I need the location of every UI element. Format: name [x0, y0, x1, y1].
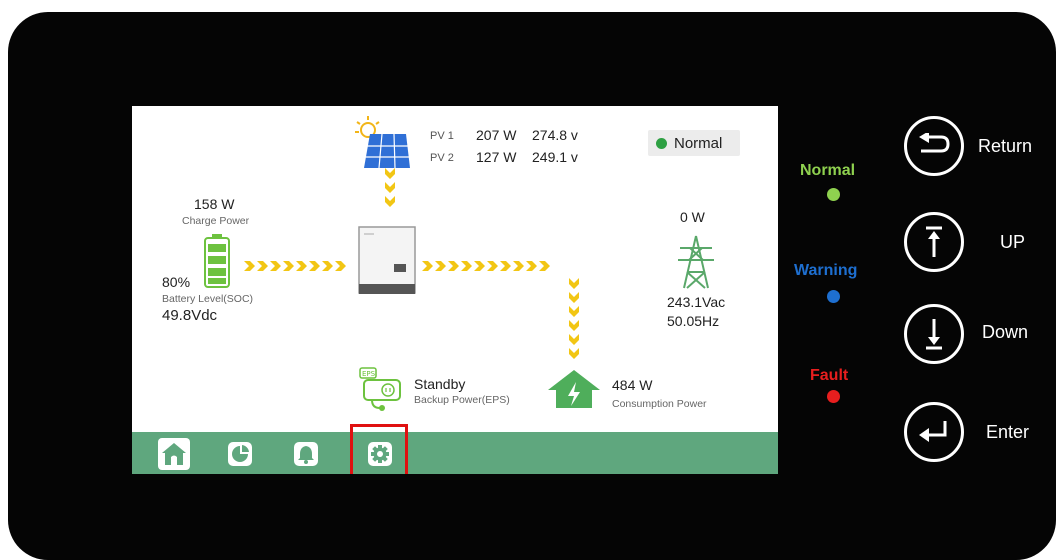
flow-chevron-inverter: [435, 261, 446, 271]
led-normal-indicator: [827, 188, 840, 201]
flow-chevron-battery: [322, 261, 333, 271]
flow-chevron-load: [569, 348, 579, 359]
lcd-screen: PV 1 207 W 274.8 v PV 2 127 W 249.1 v No…: [132, 106, 778, 474]
flow-chevron-battery: [257, 261, 268, 271]
flow-chevron-load: [569, 278, 579, 289]
grid-power: 0 W: [680, 209, 705, 225]
svg-text:EPS: EPS: [362, 370, 376, 378]
up-label: UP: [1000, 232, 1026, 252]
flow-chevron-battery: [283, 261, 294, 271]
nav-statistics-button[interactable]: [224, 438, 256, 470]
eps-outlet-icon: EPS: [359, 367, 401, 411]
eps-state: Standby: [414, 376, 466, 392]
flow-chevron-battery: [335, 261, 346, 271]
grid-frequency: 50.05Hz: [667, 313, 720, 329]
led-fault-indicator: [827, 390, 840, 403]
down-label: Down: [982, 322, 1029, 342]
charge-power-label: Charge Power: [182, 215, 250, 227]
flow-chevron-inverter: [422, 261, 433, 271]
battery-soc-label: Battery Level(SOC): [162, 293, 254, 305]
flow-chevron-pv: [385, 196, 395, 207]
flow-chevron-inverter: [448, 261, 459, 271]
led-warning-indicator: [827, 290, 840, 303]
eps-label: Backup Power(EPS): [414, 394, 510, 406]
return-button[interactable]: [904, 116, 964, 176]
return-icon: [919, 133, 950, 153]
flow-chevron-battery: [244, 261, 255, 271]
flow-chevron-inverter: [539, 261, 550, 271]
arrow-down-icon: [926, 319, 942, 350]
enter-icon: [919, 421, 947, 442]
enter-button[interactable]: [904, 402, 964, 462]
flow-chevron-battery: [296, 261, 307, 271]
flow-chevron-inverter: [526, 261, 537, 271]
grid-voltage: 243.1Vac: [667, 294, 726, 310]
grid-tower-icon: [678, 235, 714, 289]
home-icon: [162, 443, 186, 465]
led-fault-label: Fault: [810, 367, 849, 384]
flow-chevron-battery: [270, 261, 281, 271]
flow-chevron-load: [569, 292, 579, 303]
battery-soc-value: 80%: [162, 274, 191, 290]
home-load-icon: [548, 370, 600, 408]
inverter-icon: [358, 226, 416, 294]
energy-flow-arrows: [244, 168, 579, 359]
up-button[interactable]: [904, 212, 964, 272]
arrow-up-icon: [926, 226, 942, 257]
battery-icon: [204, 234, 230, 288]
nav-home-button[interactable]: [158, 438, 190, 470]
flow-chevron-inverter: [500, 261, 511, 271]
return-label: Return: [978, 136, 1033, 156]
down-button[interactable]: [904, 304, 964, 364]
flow-chevron-load: [569, 306, 579, 317]
led-warning-label: Warning: [794, 262, 858, 279]
flow-chevron-inverter: [461, 261, 472, 271]
selection-highlight-box: [350, 424, 408, 474]
load-label: Consumption Power: [612, 398, 707, 410]
enter-label: Enter: [986, 422, 1030, 442]
charge-power-value: 158 W: [194, 196, 235, 212]
flow-chevron-inverter: [474, 261, 485, 271]
flow-chevron-pv: [385, 182, 395, 193]
flow-chevron-pv: [385, 168, 395, 179]
pie-chart-icon: [228, 442, 252, 466]
flow-chevron-inverter: [487, 261, 498, 271]
load-power: 484 W: [612, 377, 653, 393]
flow-chevron-battery: [309, 261, 320, 271]
led-normal-label: Normal: [800, 162, 856, 179]
flow-chevron-load: [569, 334, 579, 345]
bottom-nav-bar: [132, 424, 778, 474]
nav-alarm-button[interactable]: [290, 438, 322, 470]
battery-voltage: 49.8Vdc: [162, 307, 218, 324]
flow-chevron-load: [569, 320, 579, 331]
flow-chevron-inverter: [513, 261, 524, 271]
bell-icon: [294, 442, 318, 466]
